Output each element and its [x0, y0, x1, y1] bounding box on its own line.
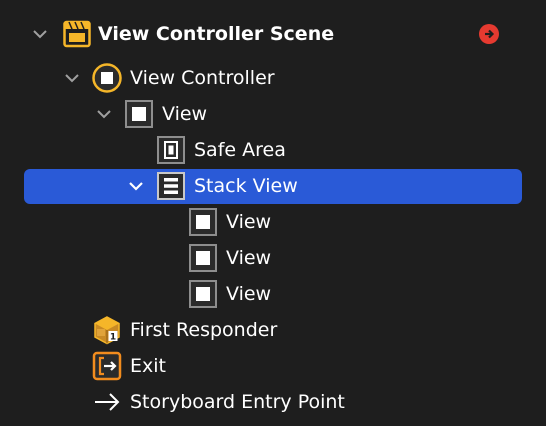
- outline-label: Stack View: [194, 175, 298, 197]
- outline-label: First Responder: [130, 319, 278, 341]
- outline-row-exit[interactable]: Exit: [0, 348, 546, 384]
- outline-label: View Controller Scene: [98, 23, 335, 45]
- outline-row-view-controller[interactable]: View Controller: [0, 60, 546, 96]
- outline-row-scene[interactable]: View Controller Scene: [0, 16, 546, 52]
- scene-icon: [62, 19, 92, 49]
- outline-label: Storyboard Entry Point: [130, 391, 345, 413]
- arrow-right-circle-icon[interactable]: [479, 24, 499, 44]
- view-icon: [188, 279, 218, 309]
- chevron-down-icon[interactable]: [64, 60, 80, 96]
- outline-label: View Controller: [130, 67, 275, 89]
- view-controller-icon: [92, 63, 122, 93]
- chevron-down-icon[interactable]: [96, 96, 112, 132]
- arrow-right-icon: [92, 387, 122, 417]
- outline-row-first-responder[interactable]: 1 First Responder: [0, 312, 546, 348]
- outline-label: View: [162, 103, 208, 125]
- chevron-down-icon[interactable]: [128, 168, 144, 204]
- view-icon: [188, 243, 218, 273]
- outline-label: Safe Area: [194, 139, 286, 161]
- chevron-down-icon[interactable]: [32, 16, 48, 52]
- view-icon: [188, 207, 218, 237]
- outline-row-stack-view[interactable]: Stack View: [0, 168, 546, 204]
- outline-label: View: [226, 247, 272, 269]
- outline-row-view[interactable]: View: [0, 96, 546, 132]
- view-icon: [124, 99, 154, 129]
- outline-row-view[interactable]: View: [0, 204, 546, 240]
- outline-row-entry-point[interactable]: Storyboard Entry Point: [0, 384, 546, 420]
- svg-text:1: 1: [110, 333, 116, 343]
- outline-label: View: [226, 283, 272, 305]
- outline-row-view[interactable]: View: [0, 276, 546, 312]
- outline-row-safe-area[interactable]: Safe Area: [0, 132, 546, 168]
- stack-view-icon: [156, 171, 186, 201]
- safe-area-icon: [156, 135, 186, 165]
- first-responder-icon: 1: [92, 315, 122, 345]
- exit-icon: [92, 351, 122, 381]
- outline-label: View: [226, 211, 272, 233]
- outline-row-view[interactable]: View: [0, 240, 546, 276]
- outline-label: Exit: [130, 355, 166, 377]
